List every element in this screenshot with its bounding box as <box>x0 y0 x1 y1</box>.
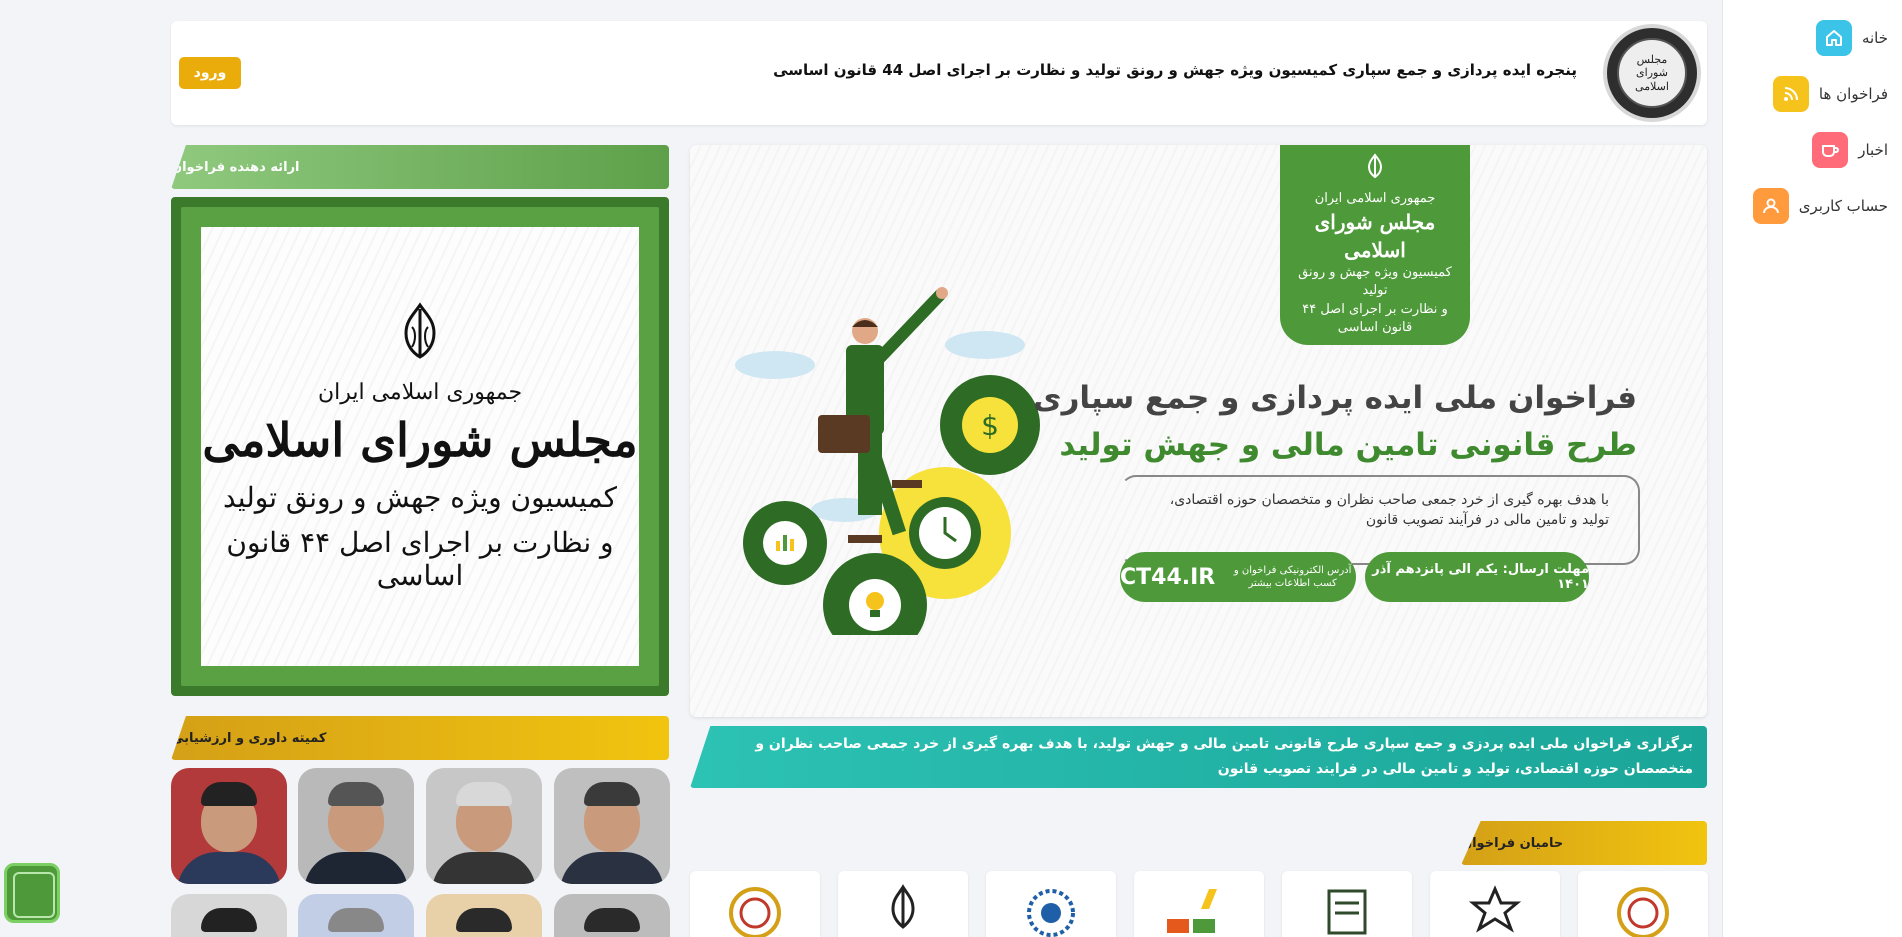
nav-item-label: خانه <box>1861 29 1888 47</box>
provider-logo-panel: جمهوری اسلامی ایران مجلس شورای اسلامی کم… <box>171 197 669 696</box>
section-header-provider: ارائه دهنده فراخوان <box>171 145 669 189</box>
committee-photo[interactable] <box>171 768 287 884</box>
logo-text: مجلس شورای اسلامی <box>1617 38 1687 108</box>
home-icon <box>1815 20 1852 56</box>
banner-badge: جمهوری اسلامی ایران مجلس شورای اسلامی کم… <box>1280 145 1470 345</box>
emblem-logo-icon <box>1327 889 1367 935</box>
nav-item-label: اخبار <box>1858 141 1888 159</box>
nav-item-label: حساب کاربری <box>1798 197 1888 215</box>
site-logo[interactable]: مجلس شورای اسلامی <box>1603 24 1701 122</box>
nav-item-news[interactable]: اخبار <box>1812 132 1888 168</box>
banner-description: با هدف بهره گیری از خرد جمعی صاحب نظران … <box>1169 492 1609 529</box>
badge-line: جمهوری اسلامی ایران <box>1314 191 1436 207</box>
emblem-icon <box>392 301 448 374</box>
nav-item-label: فراخوان ها <box>1818 85 1888 103</box>
sponsor-logo[interactable] <box>1282 871 1412 937</box>
sponsor-logo[interactable] <box>986 871 1116 937</box>
stripes-logo-icon <box>1167 889 1217 933</box>
committee-photo[interactable] <box>171 894 287 937</box>
login-button[interactable]: ورود <box>179 57 241 89</box>
site-pill: آدرس الکترونیکی فراخوان و کسب اطلاعات بی… <box>1120 552 1356 602</box>
banner-title-line1: فراخوان ملی ایده پردازی و جمع سپاری <box>1033 380 1637 416</box>
provider-logo: جمهوری اسلامی ایران مجلس شورای اسلامی کم… <box>201 227 639 666</box>
committee-photo[interactable] <box>426 894 542 937</box>
badge-line: و نظارت بر اجرای اصل ۴۴ قانون اساسی <box>1302 301 1448 335</box>
page-title: پنجره ایده پردازی و جمع سپاری کمیسیون وی… <box>773 61 1577 79</box>
committee-photo[interactable] <box>554 768 670 884</box>
sponsor-logo[interactable] <box>1430 871 1560 937</box>
call-description: برگزاری فراخوان ملی ایده پردزی و جمع سپا… <box>690 726 1707 788</box>
section-header-sponsors: حامیان فراخوان <box>1461 821 1707 865</box>
committee-photo[interactable] <box>298 768 414 884</box>
cup-icon <box>1812 132 1849 168</box>
hero-banner[interactable]: جمهوری اسلامی ایران مجلس شورای اسلامی کم… <box>690 145 1707 717</box>
bank-logo-icon <box>729 887 781 937</box>
banner-title-line2: طرح قانونی تامین مالی و جهش تولید <box>1059 427 1637 463</box>
sponsor-logo[interactable] <box>1134 871 1264 937</box>
nav-item-home[interactable]: خانه <box>1815 20 1888 56</box>
section-header-committee: کمیته داوری و ارزشیابی <box>171 716 669 760</box>
committee-photo[interactable] <box>554 894 670 937</box>
committee-photo[interactable] <box>298 894 414 937</box>
svg-text:$: $ <box>981 409 999 442</box>
sponsor-logo[interactable] <box>690 871 820 937</box>
emblem-icon <box>1363 153 1387 186</box>
star-logo-icon <box>1468 885 1522 933</box>
chat-widget-button[interactable] <box>4 863 60 923</box>
sponsor-logo[interactable] <box>1578 871 1708 937</box>
nav-item-account[interactable]: حساب کاربری <box>1752 188 1888 224</box>
rss-icon <box>1772 76 1809 112</box>
badge-line: کمیسیون ویژه جهش و رونق تولید <box>1298 265 1452 299</box>
provider-line: مجلس شورای اسلامی <box>202 413 638 467</box>
user-icon <box>1752 188 1789 224</box>
sponsor-logo[interactable] <box>838 871 968 937</box>
header-bar: مجلس شورای اسلامی پنجره ایده پردازی و جم… <box>171 21 1707 125</box>
site-url: CT44.IR <box>1120 564 1216 590</box>
nav-item-calls[interactable]: فراخوان ها <box>1772 76 1888 112</box>
sidebar: خانه فراخوان ها اخبار حساب کاربری <box>1722 0 1902 937</box>
growth-illustration: $ <box>735 287 1040 635</box>
site-label: آدرس الکترونیکی فراخوان و کسب اطلاعات بی… <box>1233 565 1352 589</box>
provider-line: و نظارت بر اجرای اصل ۴۴ قانون اساسی <box>226 526 614 592</box>
committee-photo[interactable] <box>426 768 542 884</box>
provider-line: جمهوری اسلامی ایران <box>317 380 523 405</box>
bank-logo-icon <box>1617 887 1669 937</box>
globe-logo-icon <box>1027 889 1075 937</box>
emblem-icon <box>891 884 915 929</box>
deadline-pill: مهلت ارسال: یکم الی پانزدهم آذر ۱۴۰۱ <box>1365 552 1589 602</box>
provider-line: کمیسیون ویژه جهش و رونق تولید <box>223 481 617 514</box>
badge-line: مجلس شورای اسلامی <box>1314 210 1436 263</box>
